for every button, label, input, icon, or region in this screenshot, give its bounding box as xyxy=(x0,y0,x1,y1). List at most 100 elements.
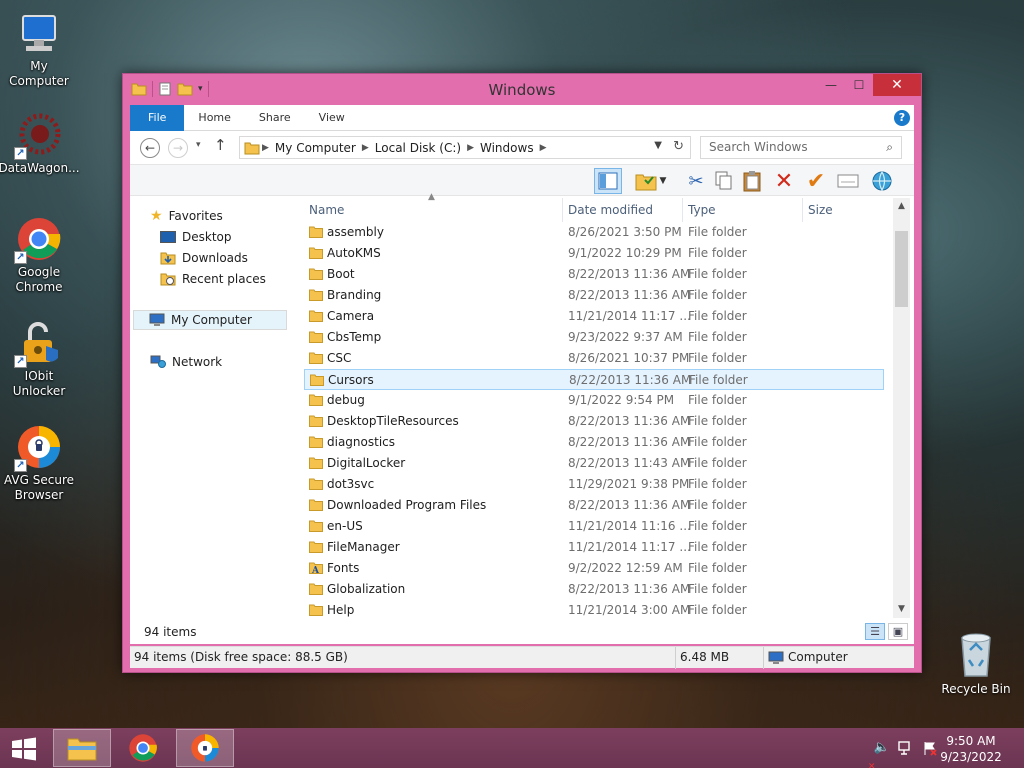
nav-favorites[interactable]: ★ Favorites xyxy=(150,206,223,226)
file-row[interactable]: dot3svc 11/29/2021 9:38 PM File folder xyxy=(304,474,884,495)
nav-network[interactable]: Network xyxy=(150,352,222,372)
cut-icon[interactable]: ✂ xyxy=(682,168,710,194)
desktop-icon-avg-secure-browser[interactable]: ↗ AVG Secure Browser xyxy=(2,424,76,503)
back-button[interactable]: ← xyxy=(140,138,160,158)
desktop-icon-datawagon[interactable]: ↗ DataWagon... xyxy=(0,112,80,176)
forward-button[interactable]: → xyxy=(168,138,188,158)
details-view-icon[interactable]: ☰ xyxy=(865,623,885,640)
nav-my-computer[interactable]: My Computer xyxy=(133,310,287,330)
folder-icon xyxy=(309,352,323,364)
breadcrumb-local-disk[interactable]: Local Disk (C:) xyxy=(375,141,461,155)
file-row[interactable]: assembly 8/26/2021 3:50 PM File folder xyxy=(304,222,884,243)
rename-icon[interactable]: ✔ xyxy=(802,168,830,194)
delete-icon[interactable]: ✕ xyxy=(770,168,798,194)
taskbar-google-chrome[interactable] xyxy=(114,729,172,767)
file-row[interactable]: Cursors 8/22/2013 11:36 AM File folder xyxy=(304,369,884,390)
breadcrumb-windows[interactable]: Windows xyxy=(480,141,534,155)
scrollbar-thumb[interactable] xyxy=(895,231,908,307)
explorer-window: ▾ Windows — ☐ ✕ File Home Share View ? ←… xyxy=(122,73,922,673)
breadcrumb-my-computer[interactable]: My Computer xyxy=(275,141,356,155)
file-name: DigitalLocker xyxy=(327,456,406,470)
file-row[interactable]: CSC 8/26/2021 10:37 PM File folder xyxy=(304,348,884,369)
file-row[interactable]: A Fonts 9/2/2022 12:59 AM File folder xyxy=(304,558,884,579)
sort-ascending-icon: ▲ xyxy=(428,192,435,202)
recent-locations-icon[interactable]: ▾ xyxy=(196,140,201,150)
file-date-modified: 8/22/2013 11:36 AM xyxy=(568,435,691,449)
desktop-icon-iobit-unlocker[interactable]: ↗ IObit Unlocker xyxy=(2,320,76,399)
file-name: en-US xyxy=(327,519,363,533)
file-date-modified: 8/22/2013 11:36 AM xyxy=(568,267,691,281)
network-status-icon[interactable] xyxy=(898,740,914,759)
file-row[interactable]: Camera 11/21/2014 11:17 ... File folder xyxy=(304,306,884,327)
file-row[interactable]: debug 9/1/2022 9:54 PM File folder xyxy=(304,390,884,411)
maximize-button[interactable]: ☐ xyxy=(845,74,873,96)
file-row[interactable]: Help 11/21/2014 3:00 AM File folder xyxy=(304,600,884,621)
breadcrumb-separator-icon[interactable]: ▶ xyxy=(540,143,547,153)
close-button[interactable]: ✕ xyxy=(873,74,921,96)
file-date-modified: 9/1/2022 9:54 PM xyxy=(568,393,675,407)
taskbar-avg-secure-browser[interactable] xyxy=(176,729,234,767)
column-header-size[interactable]: Size xyxy=(802,198,882,222)
file-name: dot3svc xyxy=(327,477,375,491)
clock[interactable]: 9:50 AM 9/23/2022 xyxy=(936,733,1006,765)
file-row[interactable]: Downloaded Program Files 8/22/2013 11:36 … xyxy=(304,495,884,516)
file-type: File folder xyxy=(688,267,747,281)
file-row[interactable]: en-US 11/21/2014 11:16 ... File folder xyxy=(304,516,884,537)
file-row[interactable]: diagnostics 8/22/2013 11:36 AM File folder xyxy=(304,432,884,453)
command-toolbar: ▼ ✂ ✕ ✔ xyxy=(130,164,914,196)
taskbar-file-explorer[interactable] xyxy=(53,729,111,767)
file-row[interactable]: FileManager 11/21/2014 11:17 ... File fold… xyxy=(304,537,884,558)
status-size: 6.48 MB xyxy=(680,650,730,664)
column-header-date-modified[interactable]: Date modified xyxy=(562,198,682,222)
copy-icon[interactable] xyxy=(710,168,738,194)
file-row[interactable]: DesktopTileResources 8/22/2013 11:36 AM Fi… xyxy=(304,411,884,432)
large-icons-view-icon[interactable]: ▣ xyxy=(888,623,908,640)
address-dropdown-icon[interactable]: ▼ xyxy=(654,140,662,151)
file-row[interactable]: Boot 8/22/2013 11:36 AM File folder xyxy=(304,264,884,285)
start-button[interactable] xyxy=(10,737,38,761)
file-explorer-icon xyxy=(67,738,97,761)
file-row[interactable]: AutoKMS 9/1/2022 10:29 PM File folder xyxy=(304,243,884,264)
search-input[interactable]: Search Windows ⌕ xyxy=(700,136,902,159)
file-list: Name ▲ Date modified Type Size assembly 8… xyxy=(304,192,910,621)
address-bar[interactable]: ▶ My Computer ▶ Local Disk (C:) ▶ Window… xyxy=(239,136,691,159)
volume-muted-icon[interactable]: 🔈✕ xyxy=(868,740,890,768)
help-button[interactable]: ? xyxy=(894,110,910,126)
tab-file[interactable]: File xyxy=(130,104,185,131)
file-row[interactable]: CbsTemp 9/23/2022 9:37 AM File folder xyxy=(304,327,884,348)
tab-view[interactable]: View xyxy=(305,105,359,131)
file-row[interactable]: Globalization 8/22/2013 11:36 AM File fold… xyxy=(304,579,884,600)
avg-browser-icon xyxy=(191,734,219,762)
vertical-scrollbar[interactable]: ▲ ▼ xyxy=(893,198,910,618)
folder-icon xyxy=(309,289,323,301)
nav-recent-places[interactable]: Recent places xyxy=(160,269,266,289)
refresh-icon[interactable]: ↻ xyxy=(673,139,684,154)
network-globe-icon[interactable] xyxy=(868,168,896,194)
scroll-up-icon[interactable]: ▲ xyxy=(893,198,910,215)
minimize-button[interactable]: — xyxy=(817,74,845,96)
tab-share[interactable]: Share xyxy=(245,105,305,131)
breadcrumb-separator-icon[interactable]: ▶ xyxy=(467,143,474,153)
paste-icon[interactable] xyxy=(738,168,766,194)
preview-pane-icon[interactable] xyxy=(594,168,622,194)
up-button[interactable]: ↑ xyxy=(214,136,227,154)
dropdown-arrow-icon[interactable]: ▼ xyxy=(656,168,670,194)
file-row[interactable]: Branding 8/22/2013 11:36 AM File folder xyxy=(304,285,884,306)
nav-desktop[interactable]: Desktop xyxy=(160,227,232,247)
desktop-icon-google-chrome[interactable]: ↗ Google Chrome xyxy=(2,216,76,295)
nav-label: My Computer xyxy=(171,313,252,327)
scroll-down-icon[interactable]: ▼ xyxy=(893,601,910,618)
file-type: File folder xyxy=(688,393,747,407)
title-bar[interactable]: ▾ Windows — ☐ ✕ xyxy=(123,74,921,105)
file-row[interactable]: DigitalLocker 8/22/2013 11:43 AM File fold… xyxy=(304,453,884,474)
search-icon[interactable]: ⌕ xyxy=(886,137,893,158)
folder-icon xyxy=(309,436,323,448)
nav-downloads[interactable]: Downloads xyxy=(160,248,248,268)
desktop-icon-my-computer[interactable]: My Computer xyxy=(2,10,76,89)
desktop-icon-recycle-bin[interactable]: Recycle Bin xyxy=(940,630,1012,696)
tab-home[interactable]: Home xyxy=(184,105,244,131)
breadcrumb-separator-icon[interactable]: ▶ xyxy=(262,143,269,153)
properties-icon[interactable] xyxy=(834,168,862,194)
breadcrumb-separator-icon[interactable]: ▶ xyxy=(362,143,369,153)
column-header-type[interactable]: Type xyxy=(682,198,802,222)
